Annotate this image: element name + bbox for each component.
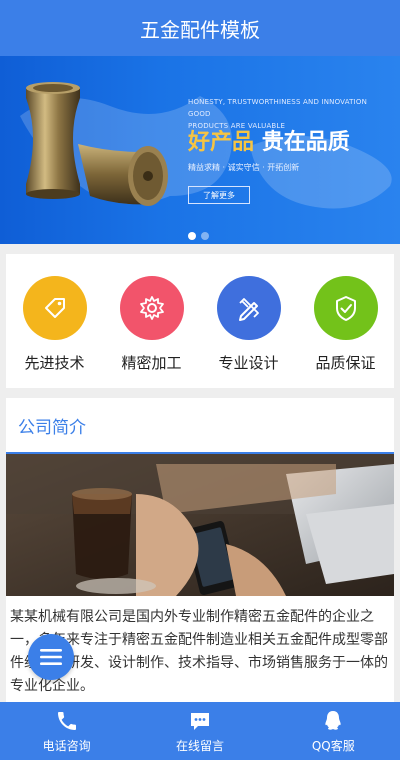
feature-label: 专业设计 (218, 354, 279, 372)
message-icon (190, 712, 209, 730)
nav-qq[interactable]: QQ客服 (267, 702, 400, 760)
feature-precision[interactable]: 精密加工 (107, 276, 197, 388)
carousel-dot-1[interactable] (188, 232, 196, 240)
menu-icon (40, 649, 62, 665)
menu-fab-button[interactable] (28, 634, 74, 680)
feature-label: 精密加工 (121, 354, 182, 372)
gear-icon (139, 296, 164, 320)
feature-icon-circle (119, 276, 184, 340)
carousel-dots (188, 232, 209, 240)
feature-icon-circle (22, 276, 87, 340)
carousel-dot-2[interactable] (201, 232, 209, 240)
banner-title-highlight: 好产品 (188, 129, 255, 155)
feature-advanced-tech[interactable]: 先进技术 (10, 276, 100, 388)
nav-label: 电话咨询 (42, 738, 91, 753)
qq-icon (325, 710, 341, 730)
feature-design[interactable]: 专业设计 (204, 276, 294, 388)
phone-icon (57, 711, 76, 730)
feature-grid: 先进技术 精密加工 专业设计 品质保证 (6, 254, 394, 388)
feature-label: 先进技术 (24, 354, 85, 372)
feature-icon-circle (313, 276, 378, 340)
nav-label: 在线留言 (175, 738, 224, 753)
nav-phone[interactable]: 电话咨询 (0, 702, 133, 760)
nav-label: QQ客服 (311, 738, 355, 753)
feature-label: 品质保证 (315, 354, 376, 372)
banner-subtitle: 精益求精 · 诚实守信 · 开拓创新 (188, 163, 300, 172)
feature-quality[interactable]: 品质保证 (301, 276, 391, 388)
feature-icon-circle (216, 276, 281, 340)
banner-title-rest: 贵在品质 (261, 129, 350, 155)
design-tools-icon (238, 298, 259, 321)
learn-more-button[interactable]: 了解更多 (188, 186, 250, 204)
shield-check-icon (335, 296, 356, 321)
section-heading[interactable]: 公司简介 (6, 398, 394, 454)
top-header: 五金配件模板 (0, 0, 400, 56)
hero-banner[interactable]: HONESTY, TRUSTWORTHINESS AND INNOVATION … (0, 56, 400, 244)
office-photo (6, 454, 394, 596)
brass-fitting-image (26, 82, 168, 206)
banner-title: 好产品 贵在品质 (188, 124, 350, 156)
tagline-line-1: HONESTY, TRUSTWORTHINESS AND INNOVATION … (188, 98, 368, 118)
page-title: 五金配件模板 (140, 17, 260, 42)
nav-message[interactable]: 在线留言 (133, 702, 266, 760)
tag-icon (44, 298, 65, 318)
bottom-nav: 电话咨询 在线留言 QQ客服 (0, 702, 400, 760)
